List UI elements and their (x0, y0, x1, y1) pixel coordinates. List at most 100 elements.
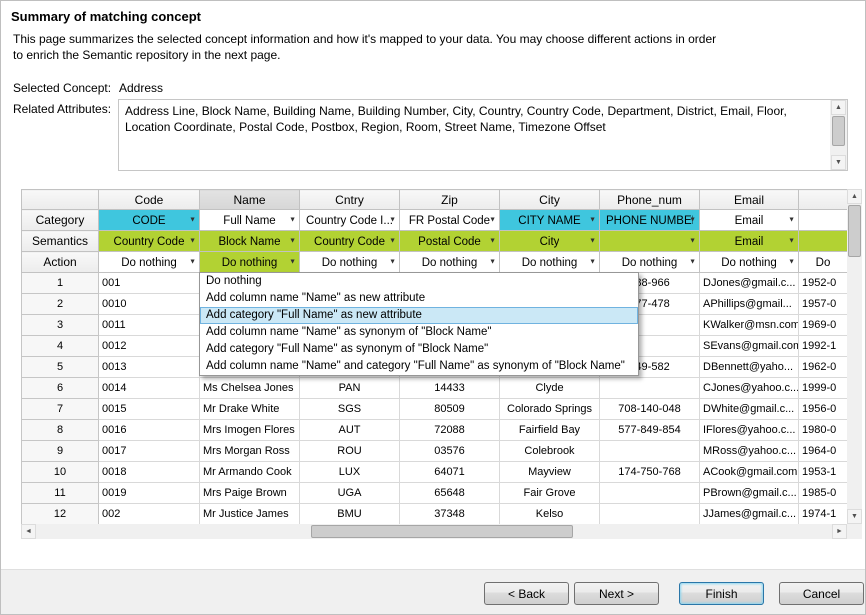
action-combo[interactable]: Do nothing▼ (700, 252, 799, 273)
semantics-combo[interactable]: City▼ (500, 231, 600, 252)
data-cell (600, 441, 700, 462)
column-header: Email (700, 190, 799, 210)
description-line-2: to enrich the Semantic repository in the… (13, 48, 281, 62)
action-combo-value: Do nothing (322, 257, 378, 269)
chevron-down-icon: ▼ (389, 217, 396, 224)
semantics-combo[interactable]: Postal Code▼ (400, 231, 500, 252)
data-cell: Kelso (500, 504, 600, 525)
scroll-right-icon[interactable]: ► (832, 524, 847, 539)
category-combo[interactable]: PHONE NUMBER▼ (600, 210, 700, 231)
data-cell: 80509 (400, 399, 500, 420)
data-cell: 03576 (400, 441, 500, 462)
action-combo[interactable]: Do nothing▼ (500, 252, 600, 273)
dropdown-item[interactable]: Add category "Full Name" as new attribut… (200, 307, 638, 324)
dropdown-item[interactable]: Do nothing (200, 273, 638, 290)
table-row: 110019Mrs Paige BrownUGA65648Fair GroveP… (22, 483, 848, 504)
related-attributes-box: Address Line, Block Name, Building Name,… (118, 99, 848, 171)
data-cell: LUX (300, 462, 400, 483)
semantics-combo[interactable]: ▼ (600, 231, 700, 252)
scroll-up-icon[interactable]: ▲ (831, 100, 846, 115)
semantics-combo[interactable] (799, 231, 848, 252)
attr-scrollbar-thumb[interactable] (832, 116, 845, 146)
row-number: 3 (22, 315, 99, 336)
data-cell: APhillips@gmail... (700, 294, 799, 315)
action-row-label: Action (22, 252, 99, 273)
data-cell (600, 378, 700, 399)
data-cell: 72088 (400, 420, 500, 441)
category-combo[interactable]: FR Postal Code▼ (400, 210, 500, 231)
cancel-button[interactable]: Cancel (779, 582, 864, 605)
action-combo[interactable]: Do (799, 252, 848, 273)
action-combo-value: Do nothing (422, 257, 478, 269)
data-cell: Mr Drake White (200, 399, 300, 420)
finish-button[interactable]: Finish (679, 582, 764, 605)
next-button[interactable]: Next > (574, 582, 659, 605)
chevron-down-icon: ▼ (689, 238, 696, 245)
data-cell: 1992-1 (799, 336, 848, 357)
data-cell: 0016 (99, 420, 200, 441)
category-combo[interactable]: CODE▼ (99, 210, 200, 231)
action-combo[interactable]: Do nothing ▼ (400, 252, 500, 273)
row-number: 2 (22, 294, 99, 315)
selected-concept-label: Selected Concept: (13, 81, 111, 95)
dropdown-item[interactable]: Add column name "Name" as new attribute (200, 290, 638, 307)
chevron-down-icon: ▼ (489, 259, 496, 266)
data-cell: Ms Chelsea Jones (200, 378, 300, 399)
action-combo[interactable]: Do nothing ▼ (99, 252, 200, 273)
page-description: This page summarizes the selected concep… (13, 31, 813, 63)
related-attributes-label: Related Attributes: (13, 102, 111, 116)
related-attributes-text: Address Line, Block Name, Building Name,… (119, 100, 830, 170)
table-row: 100018Mr Armando CookLUX64071Mayview174-… (22, 462, 848, 483)
scroll-left-icon[interactable]: ◄ (21, 524, 36, 539)
chevron-down-icon: ▼ (589, 259, 596, 266)
data-cell: 1969-0 (799, 315, 848, 336)
semantics-combo[interactable]: Country Code▼ (300, 231, 400, 252)
data-cell: 0012 (99, 336, 200, 357)
dropdown-item[interactable]: Add category "Full Name" as synonym of "… (200, 341, 638, 358)
scroll-up-icon[interactable]: ▲ (847, 189, 862, 204)
chevron-down-icon: ▼ (589, 217, 596, 224)
data-cell: 0018 (99, 462, 200, 483)
data-cell: BMU (300, 504, 400, 525)
category-combo-value: Email (735, 215, 764, 227)
table-horizontal-scrollbar[interactable]: ◄ ► (21, 524, 847, 539)
data-cell: 0017 (99, 441, 200, 462)
chevron-down-icon: ▼ (189, 259, 196, 266)
scroll-down-icon[interactable]: ▼ (831, 155, 846, 170)
scroll-down-icon[interactable]: ▼ (847, 509, 862, 524)
dropdown-item[interactable]: Add column name "Name" and category "Ful… (200, 358, 638, 375)
column-header: City (500, 190, 600, 210)
data-cell: 1962-0 (799, 357, 848, 378)
dropdown-item[interactable]: Add column name "Name" as synonym of "Bl… (200, 324, 638, 341)
action-combo[interactable]: Do nothing▼ (200, 252, 300, 273)
category-combo[interactable]: Email▼ (700, 210, 799, 231)
category-combo-value: PHONE NUMBER (606, 215, 693, 227)
action-combo-value: Do nothing (121, 257, 177, 269)
semantics-combo[interactable]: Block Name▼ (200, 231, 300, 252)
chevron-down-icon: ▼ (489, 238, 496, 245)
chevron-down-icon: ▼ (689, 217, 696, 224)
table-vertical-scrollbar[interactable]: ▲ ▼ (847, 189, 862, 524)
horizontal-scrollbar-thumb[interactable] (311, 525, 573, 538)
category-combo[interactable]: CITY NAME▼ (500, 210, 600, 231)
chevron-down-icon: ▼ (289, 259, 296, 266)
data-cell: AUT (300, 420, 400, 441)
action-combo[interactable]: Do nothing▼ (600, 252, 700, 273)
semantics-combo[interactable]: Country Code▼ (99, 231, 200, 252)
wizard-dialog: Summary of matching concept This page su… (0, 0, 866, 615)
category-combo[interactable]: Country Code I...▼ (300, 210, 400, 231)
semantics-combo[interactable]: Email▼ (700, 231, 799, 252)
column-header: Zip (400, 190, 500, 210)
back-button[interactable]: < Back (484, 582, 569, 605)
semantics-combo-value: Country Code (314, 236, 385, 248)
table-row: 60014Ms Chelsea JonesPAN14433ClydeCJones… (22, 378, 848, 399)
vertical-scrollbar-thumb[interactable] (848, 205, 861, 257)
data-cell: 1999-0 (799, 378, 848, 399)
category-row-label: Category (22, 210, 99, 231)
attr-scrollbar[interactable]: ▲ ▼ (830, 100, 847, 170)
category-combo[interactable] (799, 210, 848, 231)
action-dropdown-menu: Do nothingAdd column name "Name" as new … (199, 272, 639, 376)
action-combo[interactable]: Do nothing▼ (300, 252, 400, 273)
category-combo[interactable]: Full Name▼ (200, 210, 300, 231)
action-combo-value: Do nothing (721, 257, 777, 269)
